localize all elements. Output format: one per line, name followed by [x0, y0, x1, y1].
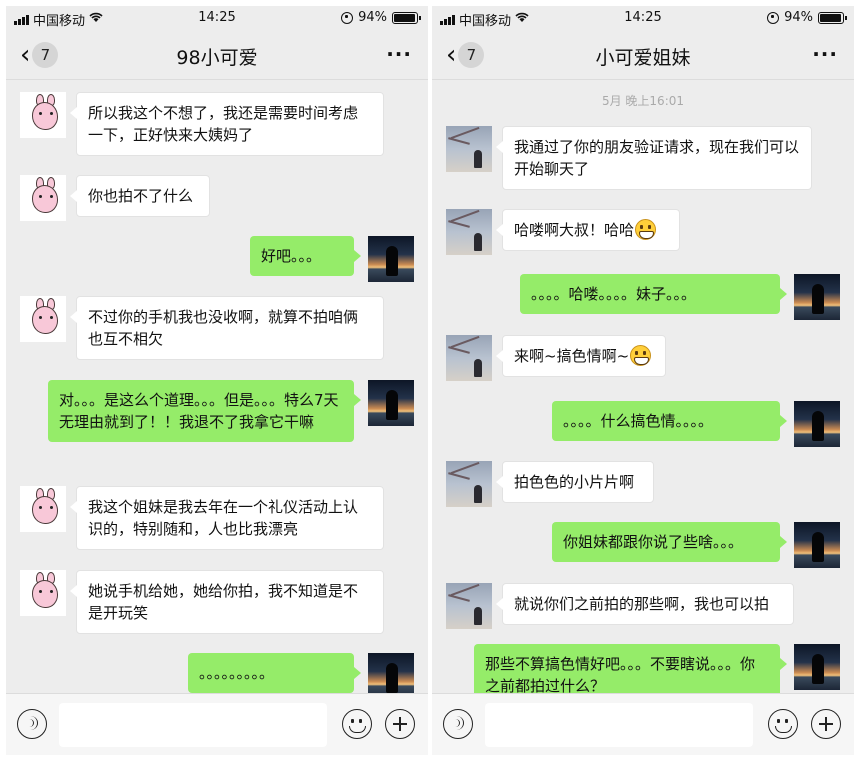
- message-row: 不过你的手机我也没收啊，就算不拍咱俩也互不相欠: [6, 296, 428, 376]
- message-bubble-outgoing[interactable]: 。。。。哈喽。。。。妹子。。。: [520, 274, 787, 314]
- avatar-sunset-silhouette[interactable]: [368, 380, 414, 426]
- back-button[interactable]: ‹ 7: [20, 40, 59, 70]
- message-bubble-outgoing[interactable]: 。。。。。。。。。: [188, 653, 361, 693]
- message-row: 来啊~搞色情啊~: [432, 335, 854, 395]
- plus-icon[interactable]: [385, 709, 415, 739]
- more-dots-icon[interactable]: ···: [386, 42, 412, 66]
- battery-icon: [818, 11, 847, 24]
- chevron-left-icon: ‹: [446, 40, 457, 70]
- grin-emoji-icon: [635, 219, 657, 240]
- message-bubble-outgoing[interactable]: 对。。。是这么个道理。。。但是。。。特么7天无理由就到了！！我退不了我拿它干嘛: [48, 380, 361, 442]
- message-bubble-incoming[interactable]: 她说手机给她，她给你拍，我不知道是不是开玩笑: [70, 570, 384, 634]
- back-button[interactable]: ‹ 7: [446, 40, 485, 70]
- message-bubble-incoming[interactable]: 你也拍不了什么: [70, 175, 210, 217]
- message-row: 我这个姐妹是我去年在一个礼仪活动上认识的，特别随和，人也比我漂亮: [6, 486, 428, 566]
- avatar-pink-pig[interactable]: [20, 486, 66, 532]
- chat-title: 98小可爱: [176, 47, 258, 69]
- avatar-tree-person[interactable]: [446, 461, 492, 507]
- avatar-sunset-silhouette[interactable]: [368, 236, 414, 282]
- chat-screen-left: 中国移动 14:25 94% ‹ 7 98小可爱 ··· 所以我这个不想了，我还…: [6, 6, 428, 755]
- emoji-icon[interactable]: [768, 709, 798, 739]
- message-bubble-incoming[interactable]: 所以我这个不想了，我还是需要时间考虑一下，正好快来大姨妈了: [70, 92, 384, 156]
- battery-percent: 94%: [784, 10, 813, 25]
- message-row: 。。。。哈喽。。。。妹子。。。: [432, 274, 854, 334]
- avatar-sunset-silhouette[interactable]: [794, 401, 840, 447]
- message-row: 就说你们之前拍的那些啊，我也可以拍: [432, 583, 854, 643]
- message-bubble-outgoing[interactable]: 。。。。什么搞色情。。。。: [552, 401, 787, 441]
- rotation-lock-icon: [767, 11, 780, 24]
- message-bubble-incoming[interactable]: 不过你的手机我也没收啊，就算不拍咱俩也互不相欠: [70, 296, 384, 360]
- message-input[interactable]: [59, 703, 327, 747]
- message-row: 你也拍不了什么: [6, 175, 428, 235]
- message-row: 拍色色的小片片啊: [432, 461, 854, 521]
- input-bar: [432, 693, 854, 755]
- message-bubble-incoming[interactable]: 拍色色的小片片啊: [496, 461, 654, 503]
- more-dots-icon[interactable]: ···: [812, 42, 838, 66]
- nav-bar: ‹ 7 小可爱姐妹 ···: [432, 30, 854, 80]
- status-bar: 中国移动 14:25 94%: [432, 6, 854, 30]
- message-timestamp: 5月 晚上16:01: [601, 94, 685, 108]
- avatar-pink-pig[interactable]: [20, 296, 66, 342]
- message-text: 来啊~搞色情啊~: [514, 347, 630, 365]
- message-row: 好吧。。。: [6, 236, 428, 296]
- rotation-lock-icon: [341, 11, 354, 24]
- message-row: 。。。。什么搞色情。。。。: [432, 401, 854, 461]
- battery-icon: [392, 11, 421, 24]
- nav-bar: ‹ 7 98小可爱 ···: [6, 30, 428, 80]
- avatar-pink-pig[interactable]: [20, 570, 66, 616]
- message-row: 我通过了你的朋友验证请求，现在我们可以开始聊天了: [432, 126, 854, 206]
- message-bubble-outgoing[interactable]: 你姐妹都跟你说了些啥。。。: [552, 522, 787, 562]
- message-row: 对。。。是这么个道理。。。但是。。。特么7天无理由就到了！！我退不了我拿它干嘛: [6, 380, 428, 480]
- grin-emoji-icon: [630, 345, 652, 366]
- message-row: 她说手机给她，她给你拍，我不知道是不是开玩笑: [6, 570, 428, 650]
- avatar-tree-person[interactable]: [446, 335, 492, 381]
- avatar-pink-pig[interactable]: [20, 175, 66, 221]
- message-row: 你姐妹都跟你说了些啥。。。: [432, 522, 854, 582]
- status-bar: 中国移动 14:25 94%: [6, 6, 428, 30]
- avatar-tree-person[interactable]: [446, 209, 492, 255]
- battery-percent: 94%: [358, 10, 387, 25]
- message-bubble-outgoing[interactable]: 好吧。。。: [250, 236, 361, 276]
- avatar-tree-person[interactable]: [446, 126, 492, 172]
- message-bubble-incoming[interactable]: 来啊~搞色情啊~: [496, 335, 666, 377]
- avatar-sunset-silhouette[interactable]: [794, 274, 840, 320]
- chat-title: 小可爱姐妹: [595, 47, 691, 69]
- avatar-tree-person[interactable]: [446, 583, 492, 629]
- avatar-sunset-silhouette[interactable]: [794, 522, 840, 568]
- plus-icon[interactable]: [811, 709, 841, 739]
- unread-count-badge: 7: [458, 42, 485, 68]
- input-bar: [6, 693, 428, 755]
- message-bubble-incoming[interactable]: 哈喽啊大叔！哈哈: [496, 209, 680, 251]
- avatar-sunset-silhouette[interactable]: [794, 644, 840, 690]
- message-input[interactable]: [485, 703, 753, 747]
- message-row: 所以我这个不想了，我还是需要时间考虑一下，正好快来大姨妈了: [6, 92, 428, 172]
- message-bubble-incoming[interactable]: 我这个姐妹是我去年在一个礼仪活动上认识的，特别随和，人也比我漂亮: [70, 486, 384, 550]
- chat-screen-right: 中国移动 14:25 94% ‹ 7 小可爱姐妹 ··· 5月 晚上16:01 …: [432, 6, 854, 755]
- message-row: 哈喽啊大叔！哈哈: [432, 209, 854, 269]
- voice-icon[interactable]: [443, 709, 473, 739]
- chevron-left-icon: ‹: [20, 40, 31, 70]
- unread-count-badge: 7: [32, 42, 59, 68]
- message-text: 哈喽啊大叔！哈哈: [514, 221, 635, 239]
- avatar-pink-pig[interactable]: [20, 92, 66, 138]
- voice-icon[interactable]: [17, 709, 47, 739]
- emoji-icon[interactable]: [342, 709, 372, 739]
- message-bubble-incoming[interactable]: 就说你们之前拍的那些啊，我也可以拍: [496, 583, 794, 625]
- message-bubble-incoming[interactable]: 我通过了你的朋友验证请求，现在我们可以开始聊天了: [496, 126, 812, 190]
